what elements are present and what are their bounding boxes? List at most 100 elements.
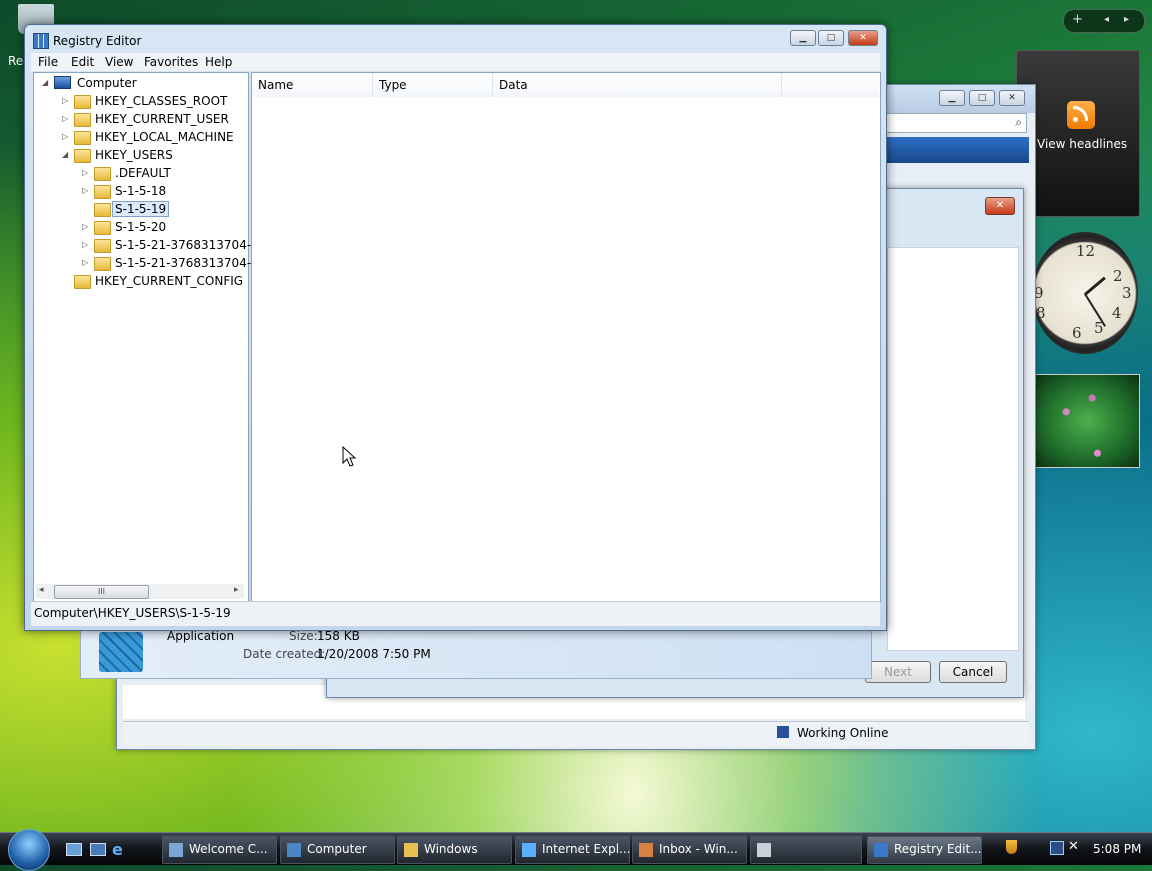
tree-item-label: Computer [77,76,137,90]
expand-arrow-icon[interactable]: ▷ [82,168,91,179]
taskbar-button[interactable]: Windows [397,836,512,864]
taskbar-app-icon [287,843,301,857]
wizard-body [887,247,1019,651]
taskbar-clock[interactable]: 5:08 PM [1093,842,1141,856]
taskbar-app-icon [874,843,888,857]
expand-arrow-icon[interactable]: ▷ [82,222,91,233]
folder-icon [74,113,91,127]
show-desktop-icon[interactable] [66,843,82,856]
collapse-icon[interactable]: ◢ [42,78,51,89]
prev-page-icon[interactable]: ◂ [1104,14,1109,25]
registry-app-icon [99,632,143,672]
taskbar-app-icon [169,843,183,857]
column-header-name[interactable]: Name [252,73,373,97]
scroll-left-icon[interactable]: ◂ [39,585,44,595]
taskbar-button[interactable] [750,836,862,864]
values-list[interactable]: Name Type Data [251,72,881,602]
feed-headlines-label: View headlines [1037,137,1128,151]
registry-editor-icon [33,33,49,49]
menu-help[interactable]: Help [205,55,232,69]
close-button[interactable]: ✕ [848,30,878,46]
horizontal-scrollbar[interactable]: ◂ III ▸ [36,584,244,599]
clock-hour-hand [1084,276,1106,296]
online-status-text: Working Online [797,726,889,740]
column-header-type[interactable]: Type [373,73,493,97]
expand-arrow-icon[interactable]: ▷ [62,132,71,143]
scroll-thumb[interactable]: III [54,585,149,599]
menu-edit[interactable]: Edit [71,55,94,69]
folder-icon [94,239,111,253]
file-type: Application [167,629,235,643]
search-box[interactable]: ⌕ [881,113,1027,133]
system-tray: ✕ 5:08 PM [996,833,1152,865]
expand-arrow-icon[interactable]: ▷ [82,258,91,269]
expand-arrow-icon[interactable]: ◢ [62,150,71,161]
status-path: Computer\HKEY_USERS\S-1-5-19 [34,606,231,620]
close-button[interactable]: ✕ [999,90,1025,106]
registry-tree[interactable]: ◢ Computer ▷ HKEY_CLASSES_ROOT ▷ HKEY_CURRE… [33,72,274,602]
folder-icon [74,131,91,145]
internet-explorer-icon[interactable]: e [112,840,123,859]
menu-file[interactable]: File [38,55,58,69]
folder-icon [74,275,91,289]
column-header-filler [782,73,879,97]
network-icon[interactable] [1050,841,1064,855]
menu-bar: File Edit View Favorites Help [31,53,880,71]
date-created-label: Date created: [243,647,326,661]
taskbar-button-label: Internet Expl... [542,842,631,856]
expand-arrow-icon[interactable]: ▷ [82,186,91,197]
switch-windows-icon[interactable] [90,843,106,856]
expand-arrow-icon[interactable]: ▷ [82,240,91,251]
volume-icon[interactable]: ✕ [1068,839,1079,854]
maximize-button[interactable]: □ [969,90,995,106]
next-page-icon[interactable]: ▸ [1124,14,1129,25]
next-button[interactable]: Next [865,661,931,683]
taskbar-button-label: Registry Edit... [894,842,982,856]
maximize-button[interactable]: □ [818,30,844,46]
taskbar-button-label: Computer [307,842,367,856]
status-bar: Working Online [123,721,1029,746]
taskbar-button[interactable]: Registry Edit... [867,836,982,864]
security-shield-icon[interactable] [1006,840,1017,854]
taskbar-button[interactable]: Internet Expl... [515,836,631,864]
taskbar-button[interactable]: Computer [280,836,395,864]
column-label: Data [499,78,528,92]
clock-numeral: 3 [1122,284,1132,302]
dialog-close-button[interactable]: ✕ [985,197,1015,215]
start-button[interactable] [8,829,50,871]
expand-arrow-icon[interactable]: ▷ [62,114,71,125]
date-created-value: 1/20/2008 7:50 PM [317,647,431,661]
clock-numeral: 6 [1072,324,1082,342]
expand-arrow-icon[interactable]: ▷ [62,96,71,107]
add-gadget-button[interactable]: + [1072,12,1083,27]
minimize-button[interactable]: ▁ [790,30,816,46]
taskbar: e Welcome C... Computer Windows Internet Ex… [0,829,1152,871]
scroll-right-icon[interactable]: ▸ [234,585,239,595]
folder-icon [74,95,91,109]
taskbar-button-label: Inbox - Win... [659,842,738,856]
size-value: 158 KB [317,629,360,643]
mouse-cursor-icon [342,446,357,467]
folder-icon [94,257,111,271]
rss-feed-icon [1067,101,1095,129]
column-header-data[interactable]: Data [493,73,782,97]
taskbar-button[interactable]: Inbox - Win... [632,836,747,864]
taskbar-button-label: Welcome C... [189,842,268,856]
tree-item-label: HKEY_USERS [95,148,173,162]
menu-favorites[interactable]: Favorites [144,55,198,69]
tree-item-label: S-1-5-18 [115,184,167,198]
slideshow-gadget[interactable] [1034,374,1140,468]
taskbar-app-icon [404,843,418,857]
registry-editor-window[interactable]: Registry Editor ▁ □ ✕ File Edit View Fav… [24,24,887,631]
tree-item-label: HKEY_CURRENT_USER [95,112,229,126]
online-status-icon [777,726,789,738]
clock-gadget[interactable]: 12 2 3 4 5 6 8 9 [1032,232,1138,354]
menu-view[interactable]: View [105,55,133,69]
cancel-button[interactable]: Cancel [939,661,1007,683]
taskbar-button-label: Windows [424,842,478,856]
minimize-button[interactable]: ▁ [939,90,965,106]
search-icon[interactable]: ⌕ [1015,115,1022,130]
taskbar-button[interactable]: Welcome C... [162,836,277,864]
folder-icon [94,185,111,199]
